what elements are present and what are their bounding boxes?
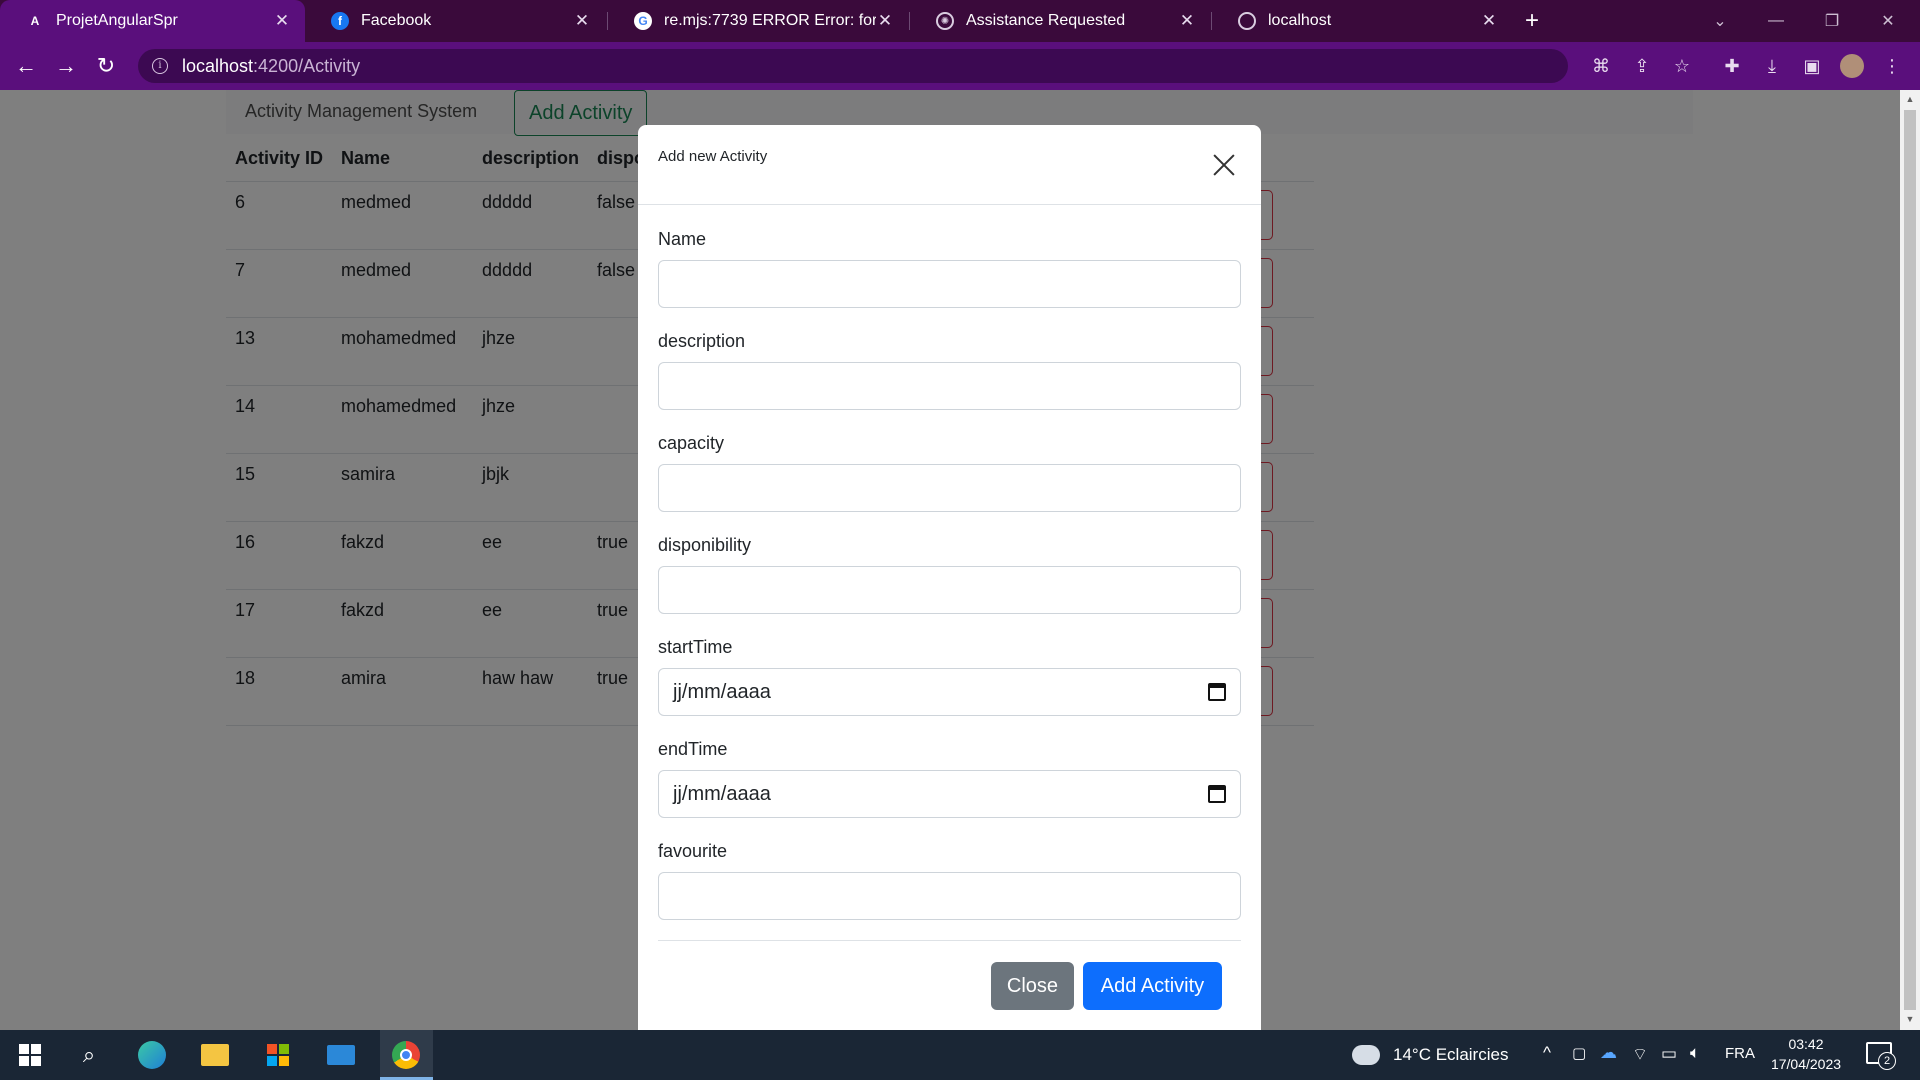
close-icon[interactable]: ✕ <box>876 11 894 31</box>
description-input[interactable] <box>658 362 1241 410</box>
menu-dots-icon[interactable]: ⋮ <box>1880 54 1904 78</box>
tab-title: Assistance Requested <box>966 12 1126 29</box>
add-activity-modal: Add new Activity Name description capaci… <box>638 125 1261 1030</box>
mail-icon[interactable] <box>325 1039 357 1071</box>
start-time-input[interactable]: jj/mm/aaaa <box>658 668 1241 716</box>
volume-icon[interactable]: 🔈︎ <box>1690 1043 1700 1063</box>
search-icon[interactable]: ⌕ <box>73 1039 105 1071</box>
clock-date: 17/04/2023 <box>1770 1056 1842 1072</box>
modal-title: Add new Activity <box>658 148 768 165</box>
battery-icon[interactable]: ▭ <box>1661 1044 1677 1064</box>
close-icon[interactable]: ✕ <box>1178 11 1196 31</box>
windows-taskbar: ⌕ 14°C Eclaircies ^ ▢ ☁ ⌔ ▭ 🔈︎ FRA 03:42… <box>0 1030 1920 1080</box>
end-time-input[interactable]: jj/mm/aaaa <box>658 770 1241 818</box>
address-bar[interactable]: i localhost:4200/Activity <box>138 49 1568 83</box>
edge-icon[interactable] <box>136 1039 168 1071</box>
onedrive-icon[interactable]: ☁ <box>1600 1043 1617 1063</box>
close-button[interactable]: Close <box>991 962 1074 1010</box>
tab-title: ProjetAngularSpr <box>56 12 178 29</box>
site-info-icon[interactable]: i <box>152 58 168 74</box>
capacity-label: capacity <box>658 433 725 453</box>
tab-title: Facebook <box>361 12 432 29</box>
page-scrollbar[interactable]: ▲ ▼ <box>1900 90 1920 1030</box>
store-icon[interactable] <box>262 1039 294 1071</box>
file-explorer-icon[interactable] <box>199 1039 231 1071</box>
chevron-up-icon[interactable]: ^ <box>1543 1043 1551 1063</box>
wifi-icon[interactable]: ⌔ <box>1632 1044 1648 1065</box>
name-label: Name <box>658 229 707 249</box>
browser-tab-strip: A ProjetAngularSpr ✕ f Facebook ✕ G re.m… <box>0 0 1920 42</box>
close-icon[interactable]: ✕ <box>1480 11 1498 31</box>
start-time-placeholder: jj/mm/aaaa <box>673 680 771 703</box>
reload-icon[interactable]: ↻ <box>90 50 122 82</box>
google-icon: G <box>634 12 652 30</box>
disponibility-label: disponibility <box>658 535 752 555</box>
chrome-icon[interactable] <box>390 1039 422 1071</box>
forward-arrow-icon[interactable]: → <box>50 50 82 82</box>
end-time-label: endTime <box>658 739 728 759</box>
notification-count-badge: 2 <box>1878 1052 1896 1070</box>
end-time-placeholder: jj/mm/aaaa <box>673 782 771 805</box>
profile-avatar[interactable] <box>1840 54 1864 78</box>
new-tab-button[interactable]: + <box>1508 0 1556 42</box>
favourite-label: favourite <box>658 841 728 861</box>
tab-assistance[interactable]: ✺ Assistance Requested ✕ <box>910 0 1210 42</box>
download-icon[interactable]: ⤓ <box>1760 54 1784 78</box>
disponibility-input[interactable] <box>658 566 1241 614</box>
weather-text[interactable]: 14°C Eclaircies <box>1393 1045 1508 1065</box>
close-icon[interactable]: ✕ <box>573 11 591 31</box>
meet-now-icon[interactable]: ▢ <box>1572 1044 1586 1062</box>
side-panel-icon[interactable]: ▣ <box>1800 54 1824 78</box>
window-close-button[interactable]: ✕ <box>1864 0 1912 42</box>
calendar-icon[interactable] <box>1208 785 1226 803</box>
globe-icon <box>1238 12 1256 30</box>
openai-icon: ✺ <box>936 12 954 30</box>
calendar-icon[interactable] <box>1208 683 1226 701</box>
tab-projet-angular[interactable]: A ProjetAngularSpr ✕ <box>0 0 305 42</box>
close-icon[interactable]: ✕ <box>273 11 291 31</box>
tab-title: localhost <box>1268 12 1332 29</box>
browser-toolbar: ← → ↻ i localhost:4200/Activity ⌘ ⇪ ☆ ✚ … <box>0 42 1920 90</box>
scroll-up-icon[interactable]: ▲ <box>1904 94 1916 106</box>
clock-time: 03:42 <box>1788 1036 1824 1052</box>
angular-icon: A <box>30 14 40 28</box>
start-time-label: startTime <box>658 637 733 657</box>
tab-facebook[interactable]: f Facebook ✕ <box>305 0 605 42</box>
windows-start-icon[interactable] <box>14 1039 46 1071</box>
language-indicator[interactable]: FRA <box>1725 1045 1755 1062</box>
back-arrow-icon[interactable]: ← <box>10 50 42 82</box>
url-path: :4200/Activity <box>253 55 361 76</box>
modal-header: Add new Activity <box>638 125 1261 205</box>
translate-icon[interactable]: ⌘ <box>1589 54 1613 78</box>
facebook-icon: f <box>331 12 349 30</box>
share-icon[interactable]: ⇪ <box>1630 54 1654 78</box>
modal-footer-divider <box>658 940 1241 941</box>
url-host: localhost <box>182 55 254 76</box>
scrollbar-thumb[interactable] <box>1904 110 1916 1010</box>
minimize-button[interactable]: — <box>1752 0 1800 42</box>
tab-error[interactable]: G re.mjs:7739 ERROR Error: formCo ✕ <box>608 0 908 42</box>
weather-icon[interactable] <box>1350 1039 1382 1071</box>
tab-title: re.mjs:7739 ERROR Error: formCo <box>664 12 876 29</box>
submit-activity-button[interactable]: Add Activity <box>1083 962 1222 1010</box>
tab-localhost[interactable]: localhost ✕ <box>1212 0 1512 42</box>
name-input[interactable] <box>658 260 1241 308</box>
tab-search-icon[interactable]: ⌄ <box>1696 0 1744 42</box>
favourite-input[interactable] <box>658 872 1241 920</box>
system-clock[interactable]: 03:42 17/04/2023 <box>1768 1034 1844 1074</box>
extensions-icon[interactable]: ✚ <box>1720 54 1744 78</box>
capacity-input[interactable] <box>658 464 1241 512</box>
restore-button[interactable]: ❐ <box>1808 0 1856 42</box>
scroll-down-icon[interactable]: ▼ <box>1904 1014 1916 1026</box>
close-icon[interactable] <box>1210 151 1238 179</box>
description-label: description <box>658 331 746 351</box>
bookmark-star-icon[interactable]: ☆ <box>1670 54 1694 78</box>
